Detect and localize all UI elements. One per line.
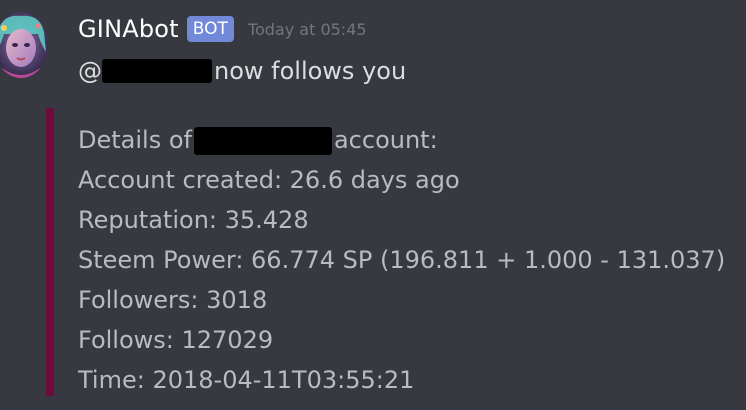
- message-content: @ now follows you: [78, 54, 406, 88]
- bot-avatar[interactable]: [0, 12, 48, 78]
- content-text: now follows you: [214, 57, 407, 85]
- message-header: GINAbot BOT Today at 05:45: [78, 12, 367, 46]
- embed-line-account-created: Account created: 26.6 days ago: [78, 166, 460, 194]
- embed-body: Details of account: Account created: 26.6…: [78, 120, 725, 400]
- details-prefix: Details of: [78, 126, 192, 154]
- embed-accent-bar: [46, 108, 54, 396]
- mention-at: @: [78, 57, 102, 85]
- embed-line-followers: Followers: 3018: [78, 286, 268, 314]
- redacted-mention: [102, 59, 212, 83]
- username[interactable]: GINAbot: [78, 15, 179, 43]
- chat-message: GINAbot BOT Today at 05:45 @ now follows…: [0, 0, 746, 410]
- message-timestamp: Today at 05:45: [247, 19, 367, 39]
- embed-line-time: Time: 2018-04-11T03:55:21: [78, 366, 415, 394]
- embed-line-follows: Follows: 127029: [78, 326, 274, 354]
- embed-details-line: Details of account:: [78, 120, 725, 160]
- bot-badge: BOT: [186, 16, 234, 42]
- redacted-account-name: [193, 127, 332, 155]
- details-suffix: account:: [333, 126, 438, 154]
- embed-line-steem-power: Steem Power: 66.774 SP (196.811 + 1.000 …: [78, 246, 726, 274]
- embed-line-reputation: Reputation: 35.428: [78, 206, 309, 234]
